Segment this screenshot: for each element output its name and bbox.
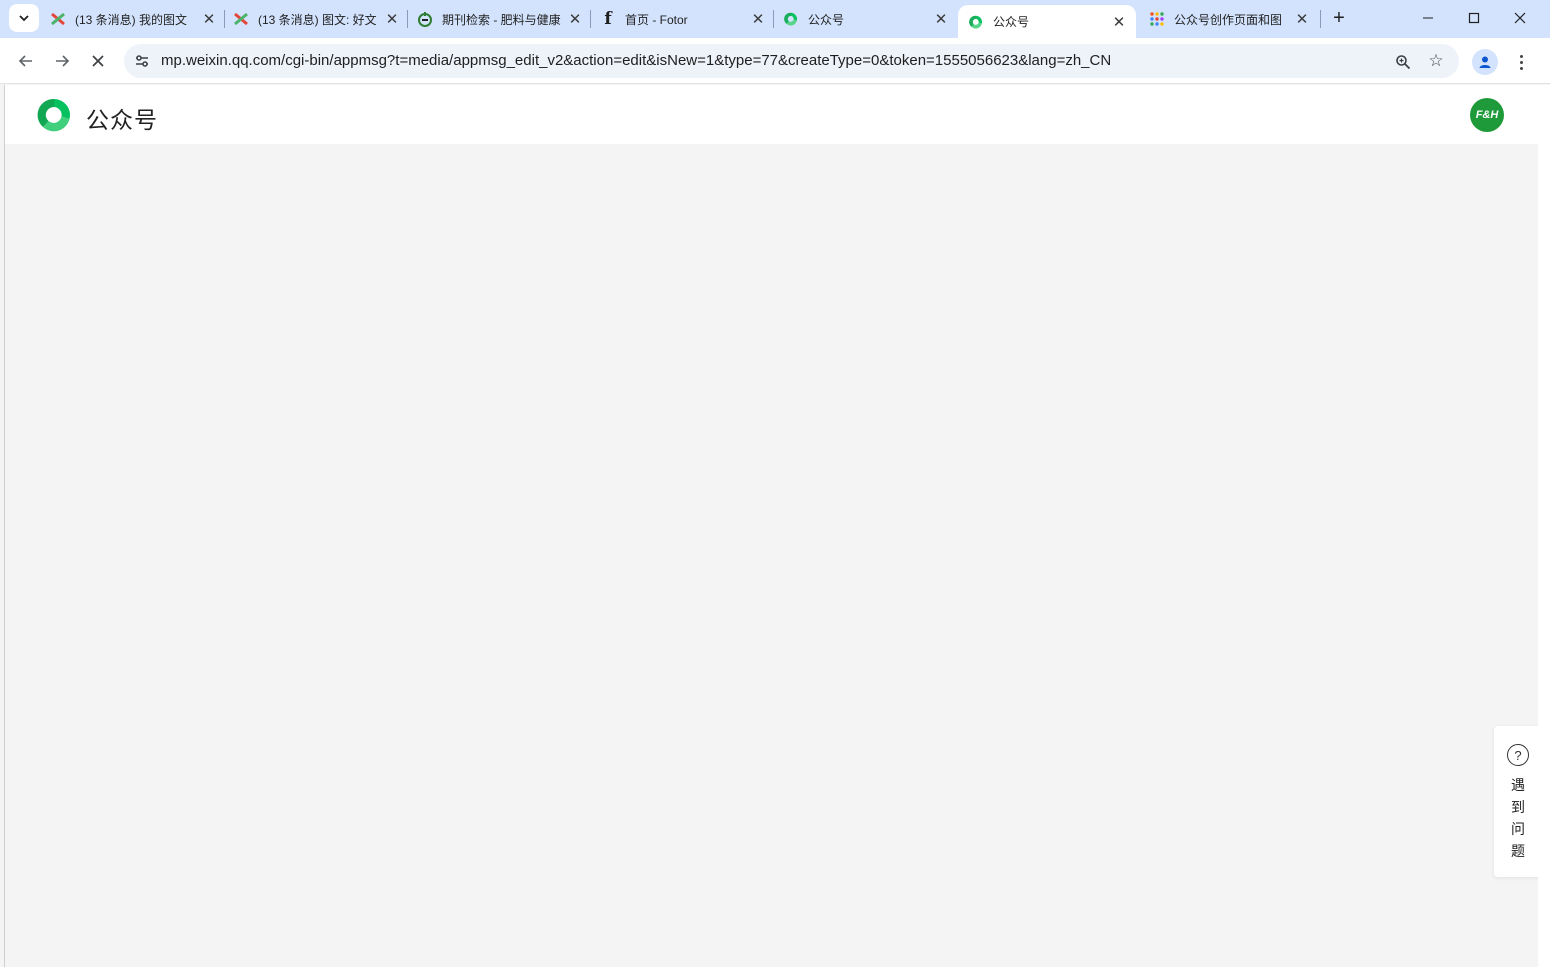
- help-label: 遇 到 问 题: [1509, 774, 1527, 862]
- help-label-char: 到: [1511, 799, 1525, 815]
- fotor-icon: f: [604, 9, 612, 29]
- avatar[interactable]: F&H: [1470, 98, 1504, 132]
- page-content: 公众号 F&H ? 遇 到 问 题: [5, 85, 1542, 967]
- tab-separator: [224, 10, 225, 28]
- right-edge-strip: [1538, 85, 1550, 967]
- browser-menu-button[interactable]: [1509, 49, 1533, 75]
- arrow-left-icon: [18, 55, 32, 67]
- zoom-icon[interactable]: [1392, 51, 1414, 73]
- address-bar[interactable]: mp.weixin.qq.com/cgi-bin/appmsg?t=media/…: [124, 44, 1459, 78]
- help-label-char: 遇: [1511, 777, 1525, 793]
- site-info-icon[interactable]: [132, 51, 152, 71]
- browser-window: (13 条消息) 我的图文 ✕ (13 条消息) 图文: 好文 ✕ 期刊检索 -…: [0, 0, 1550, 967]
- minimize-icon: [1423, 17, 1433, 19]
- tab-title: 公众号: [993, 15, 1030, 29]
- tab-2[interactable]: 期刊检索 - 肥料与健康 ✕: [417, 6, 584, 32]
- minimize-button[interactable]: [1405, 0, 1451, 36]
- help-label-char: 题: [1511, 843, 1525, 859]
- question-mark-icon: ?: [1507, 744, 1529, 766]
- close-icon: [1514, 12, 1526, 24]
- tab-separator: [1320, 10, 1321, 28]
- tab-title: (13 条消息) 我的图文: [75, 12, 188, 27]
- plus-icon: +: [1333, 6, 1345, 29]
- tab-strip: (13 条消息) 我的图文 ✕ (13 条消息) 图文: 好文 ✕ 期刊检索 -…: [0, 0, 1550, 38]
- new-tab-button[interactable]: +: [1328, 7, 1350, 29]
- browser-toolbar: mp.weixin.qq.com/cgi-bin/appmsg?t=media/…: [0, 38, 1550, 84]
- tab-title: 期刊检索 - 肥料与健康: [442, 12, 561, 27]
- tab-separator: [773, 10, 774, 28]
- stop-loading-button[interactable]: [83, 46, 113, 76]
- tab-3[interactable]: f 首页 - Fotor ✕: [600, 6, 767, 32]
- profile-button[interactable]: [1472, 49, 1498, 75]
- tab-6[interactable]: 公众号创作页面和图 ✕: [1149, 6, 1311, 32]
- close-icon[interactable]: ✕: [200, 10, 218, 28]
- forward-button[interactable]: [47, 46, 77, 76]
- help-widget[interactable]: ? 遇 到 问 题: [1494, 726, 1542, 877]
- menu-dot: [1519, 66, 1523, 70]
- close-icon[interactable]: ✕: [383, 10, 401, 28]
- back-button[interactable]: [11, 46, 41, 76]
- csdn-icon: [50, 11, 66, 27]
- close-icon[interactable]: ✕: [1110, 13, 1128, 31]
- wechat-mp-icon: [968, 14, 984, 30]
- window-close-button[interactable]: [1497, 0, 1543, 36]
- grid-app-icon: [1149, 11, 1165, 27]
- journal-icon: [417, 11, 433, 27]
- menu-dot: [1519, 60, 1523, 64]
- help-label-char: 问: [1511, 821, 1525, 837]
- arrow-right-icon: [56, 55, 70, 67]
- chevron-down-icon: [19, 15, 29, 22]
- tab-separator: [590, 10, 591, 28]
- wechat-mp-icon: [783, 11, 799, 27]
- maximize-icon: [1468, 12, 1480, 24]
- tab-title: 公众号创作页面和图: [1174, 12, 1283, 27]
- tab-5-active[interactable]: 公众号 ✕: [958, 5, 1136, 38]
- tab-search-button[interactable]: [9, 4, 39, 32]
- csdn-icon: [233, 11, 249, 27]
- brand-title[interactable]: 公众号: [86, 101, 158, 135]
- page-header: 公众号 F&H: [5, 85, 1538, 144]
- close-icon[interactable]: ✕: [566, 10, 584, 28]
- wechat-mp-logo-icon[interactable]: [36, 97, 72, 133]
- close-icon[interactable]: ✕: [932, 10, 950, 28]
- tab-title: (13 条消息) 图文: 好文: [258, 12, 377, 27]
- close-icon[interactable]: ✕: [1293, 10, 1311, 28]
- url-text[interactable]: mp.weixin.qq.com/cgi-bin/appmsg?t=media/…: [161, 52, 1111, 69]
- tab-1[interactable]: (13 条消息) 图文: 好文 ✕: [233, 6, 401, 32]
- close-icon: [92, 55, 104, 67]
- tab-separator: [407, 10, 408, 28]
- menu-dot: [1519, 54, 1523, 58]
- maximize-button[interactable]: [1451, 0, 1497, 36]
- close-icon[interactable]: ✕: [749, 10, 767, 28]
- tab-title: 公众号: [808, 12, 845, 27]
- tab-title: 首页 - Fotor: [625, 12, 688, 27]
- bookmark-star-icon[interactable]: ☆: [1425, 50, 1447, 72]
- person-icon: [1479, 56, 1491, 68]
- tab-4[interactable]: 公众号 ✕: [783, 6, 950, 32]
- tab-0[interactable]: (13 条消息) 我的图文 ✕: [50, 6, 218, 32]
